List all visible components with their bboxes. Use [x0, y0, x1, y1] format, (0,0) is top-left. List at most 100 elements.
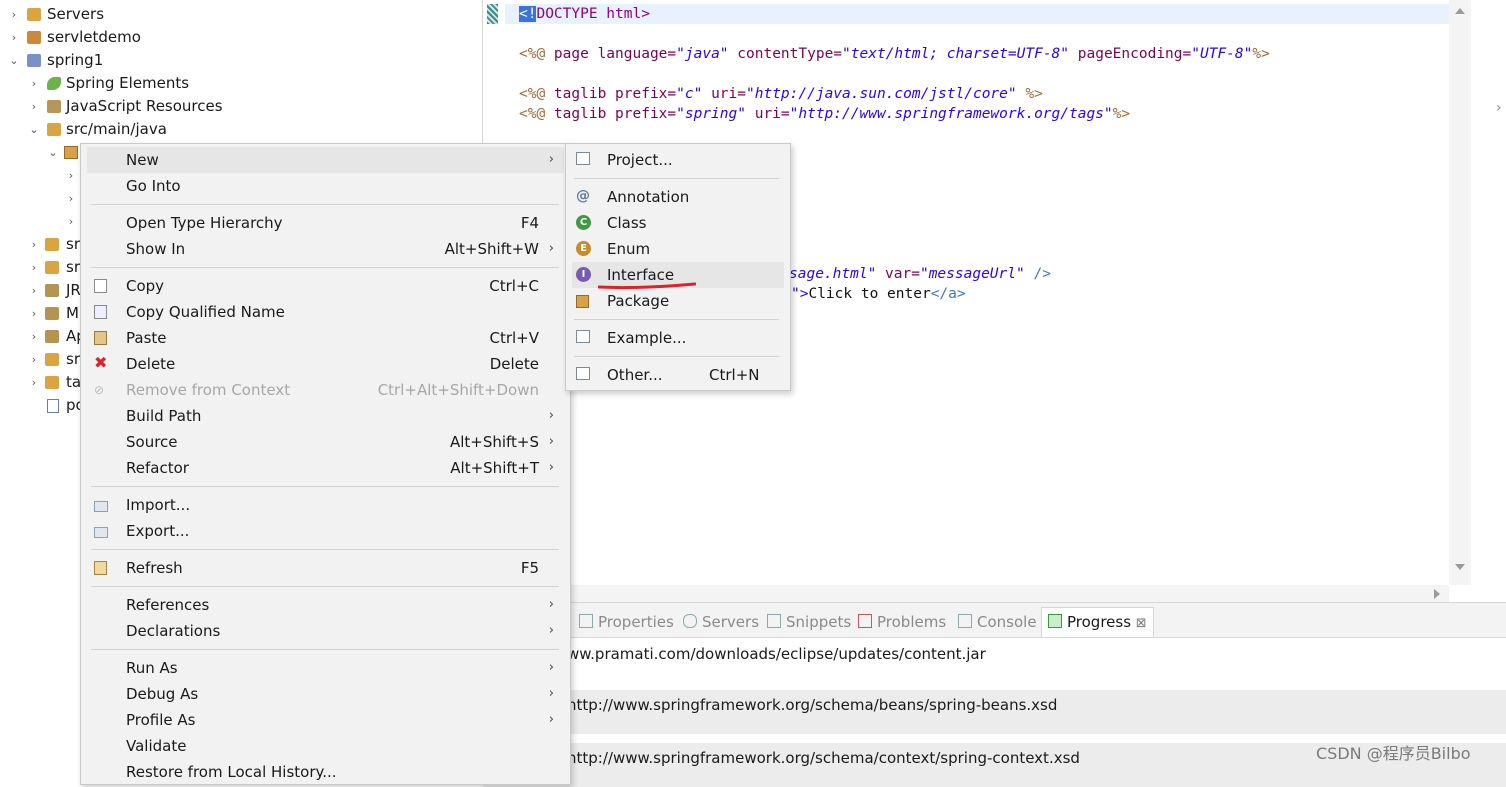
tree-item-child[interactable]: › — [0, 210, 90, 233]
menu-item-new[interactable]: New › — [87, 147, 564, 173]
menu-item-label: Restore from Local History... — [126, 763, 337, 781]
menu-item-source[interactable]: Source Alt+Shift+S › — [81, 429, 570, 455]
submenu-item-enum[interactable]: E Enum — [566, 236, 790, 262]
tree-item-src[interactable]: › sr — [0, 233, 90, 256]
scroll-down-icon[interactable] — [1455, 564, 1465, 570]
library-icon — [47, 100, 61, 113]
chevron-down-icon[interactable]: ⌄ — [29, 118, 39, 141]
submenu-item-project[interactable]: Project... — [566, 147, 790, 173]
progress-icon — [1048, 614, 1062, 628]
chevron-right-icon[interactable]: › — [66, 187, 76, 210]
tree-item-src[interactable]: › sr — [0, 256, 90, 279]
chevron-down-icon[interactable]: ⌄ — [9, 49, 19, 72]
tree-item-apache[interactable]: › Ap — [0, 325, 90, 348]
tree-item-maven[interactable]: › M — [0, 302, 90, 325]
chevron-right-icon[interactable]: › — [29, 325, 39, 348]
library-icon — [45, 284, 59, 297]
tab-snippets[interactable]: Snippets — [767, 611, 851, 633]
menu-item-declarations[interactable]: Declarations › — [81, 618, 570, 644]
code-token: "http://java.sun.com/jstl/core" — [746, 86, 1017, 102]
menu-item-import[interactable]: Import... — [81, 492, 570, 518]
tab-label: Snippets — [786, 613, 852, 631]
tree-item-servletdemo[interactable]: › servletdemo — [0, 26, 482, 49]
code-token: language= — [597, 46, 677, 62]
selected-text: < — [519, 6, 528, 22]
menu-item-open-type-hierarchy[interactable]: Open Type Hierarchy F4 — [81, 210, 570, 236]
tree-item-child[interactable]: › — [0, 187, 90, 210]
tab-properties[interactable]: Properties — [579, 611, 674, 633]
tree-item-target[interactable]: › ta — [0, 371, 90, 394]
chevron-right-icon[interactable]: › — [29, 72, 39, 95]
tab-servers[interactable]: Servers — [683, 611, 759, 633]
menu-item-paste[interactable]: Paste Ctrl+V — [81, 325, 570, 351]
tree-item-src-main-java[interactable]: ⌄ src/main/java — [0, 118, 482, 141]
tree-item-spring1[interactable]: ⌄ spring1 — [0, 49, 482, 72]
source-folder-icon — [45, 261, 59, 274]
tree-item-javascript-resources[interactable]: › JavaScript Resources — [0, 95, 482, 118]
tree-item-spring-elements[interactable]: › Spring Elements — [0, 72, 482, 95]
tree-item-label: Servers — [47, 5, 105, 23]
chevron-right-icon[interactable]: › — [29, 279, 39, 302]
menu-item-go-into[interactable]: Go Into — [81, 173, 570, 199]
code-token: taglib — [553, 86, 616, 102]
chevron-right-icon[interactable]: › — [29, 95, 39, 118]
submenu-item-package[interactable]: Package — [566, 288, 790, 314]
class-icon: C — [576, 215, 591, 230]
chevron-right-icon[interactable]: › — [29, 233, 39, 256]
side-collapse-icon[interactable]: › — [1496, 100, 1502, 116]
submenu-item-example[interactable]: Example... — [566, 325, 790, 351]
source-folder-icon — [45, 238, 59, 251]
submenu-item-annotation[interactable]: @ Annotation — [566, 184, 790, 210]
code-token: taglib — [553, 106, 616, 122]
menu-item-references[interactable]: References › — [81, 592, 570, 618]
tree-item-child[interactable]: › — [0, 164, 90, 187]
menu-item-delete[interactable]: ✖ Delete Delete — [81, 351, 570, 377]
tab-progress[interactable]: Progress ⊠ — [1041, 607, 1154, 637]
menu-item-profile-as[interactable]: Profile As › — [81, 707, 570, 733]
menu-item-show-in[interactable]: Show In Alt+Shift+W › — [81, 236, 570, 262]
chevron-right-icon[interactable]: › — [29, 348, 39, 371]
chevron-right-icon[interactable]: › — [29, 302, 39, 325]
tree-item-src[interactable]: › sr — [0, 348, 90, 371]
chevron-right-icon[interactable]: › — [9, 26, 19, 49]
menu-item-label: Copy Qualified Name — [126, 303, 285, 321]
menu-item-refresh[interactable]: Refresh F5 — [81, 555, 570, 581]
scroll-up-icon[interactable] — [1455, 8, 1465, 14]
code-token: DOCTYPE html> — [536, 6, 650, 22]
chevron-right-icon[interactable]: › — [66, 210, 76, 233]
chevron-down-icon[interactable]: ⌄ — [48, 141, 58, 164]
menu-item-copy[interactable]: Copy Ctrl+C — [81, 273, 570, 299]
menu-item-validate[interactable]: Validate — [81, 733, 570, 759]
menu-item-export[interactable]: Export... — [81, 518, 570, 544]
editor-vertical-scrollbar[interactable] — [1449, 0, 1471, 585]
tree-item-jre[interactable]: › JR — [0, 279, 90, 302]
menu-separator — [91, 267, 559, 268]
chevron-right-icon[interactable]: › — [66, 164, 76, 187]
tree-item-servers[interactable]: › Servers — [0, 3, 482, 26]
tree-item-pom[interactable]: po — [0, 394, 90, 417]
menu-item-remove-from-context: ⊘ Remove from Context Ctrl+Alt+Shift+Dow… — [81, 377, 570, 403]
menu-item-run-as[interactable]: Run As › — [81, 655, 570, 681]
code-token: uri= — [745, 106, 790, 122]
menu-item-restore-from-local-history[interactable]: Restore from Local History... — [81, 759, 570, 785]
chevron-right-icon[interactable]: › — [29, 256, 39, 279]
menu-item-accelerator: Alt+Shift+W — [444, 240, 539, 258]
editor-horizontal-scrollbar[interactable] — [483, 585, 1449, 602]
code-token: prefix= — [615, 106, 677, 122]
menu-item-build-path[interactable]: Build Path › — [81, 403, 570, 429]
menu-item-label: Show In — [126, 240, 186, 258]
close-icon[interactable]: ⊠ — [1136, 616, 1147, 631]
menu-item-debug-as[interactable]: Debug As › — [81, 681, 570, 707]
tab-console[interactable]: Console — [958, 611, 1037, 633]
submenu-item-other[interactable]: Other... Ctrl+N — [566, 362, 790, 388]
copy-icon — [94, 279, 107, 293]
chevron-right-icon[interactable]: › — [9, 3, 19, 26]
snippets-icon — [767, 614, 781, 628]
annotation-icon: @ — [576, 188, 590, 204]
scroll-right-icon[interactable] — [1434, 589, 1440, 599]
menu-item-refactor[interactable]: Refactor Alt+Shift+T › — [81, 455, 570, 481]
chevron-right-icon[interactable]: › — [29, 371, 39, 394]
tab-problems[interactable]: Problems — [858, 611, 946, 633]
submenu-item-class[interactable]: C Class — [566, 210, 790, 236]
menu-item-copy-qualified-name[interactable]: Copy Qualified Name — [81, 299, 570, 325]
